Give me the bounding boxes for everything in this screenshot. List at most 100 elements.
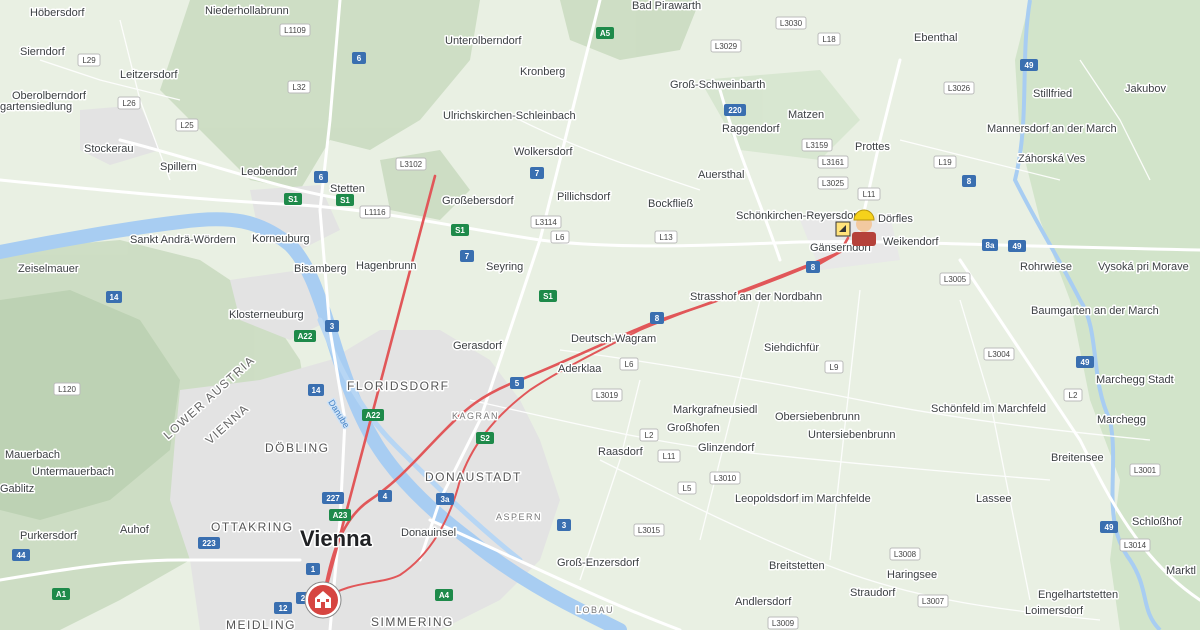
svg-text:Breitstetten: Breitstetten [769,560,825,572]
svg-text:220: 220 [728,106,742,115]
svg-text:L3015: L3015 [638,526,661,535]
svg-text:MEIDLING: MEIDLING [226,618,296,630]
svg-text:A22: A22 [298,332,313,341]
svg-text:Marchegg: Marchegg [1097,414,1146,426]
svg-text:Schloßhof: Schloßhof [1132,516,1182,528]
city-label-vienna: Vienna [300,526,373,551]
svg-text:Kronberg: Kronberg [520,66,565,78]
svg-text:12: 12 [279,604,288,613]
svg-text:Stillfried: Stillfried [1033,88,1072,100]
shield-a4: A4 [435,589,453,601]
svg-text:Auhof: Auhof [120,524,150,536]
svg-text:ASPERN: ASPERN [496,512,542,522]
svg-text:L29: L29 [82,56,96,65]
svg-text:L32: L32 [292,83,306,92]
svg-text:Unterolberndorf: Unterolberndorf [445,35,522,47]
svg-text:Gerasdorf: Gerasdorf [453,340,503,352]
svg-text:Bad Pirawarth: Bad Pirawarth [632,0,701,12]
svg-text:Zeiselmauer: Zeiselmauer [18,263,79,275]
svg-text:Jakubov: Jakubov [1125,83,1166,95]
svg-text:Spillern: Spillern [160,161,197,173]
svg-text:3: 3 [330,322,335,331]
svg-text:14: 14 [110,293,119,302]
svg-text:7: 7 [465,252,470,261]
svg-text:Sierndorf: Sierndorf [20,46,66,58]
svg-text:Mannersdorf an der March: Mannersdorf an der March [987,123,1117,135]
svg-text:227: 227 [326,494,340,503]
svg-text:Raasdorf: Raasdorf [598,446,644,458]
svg-text:223: 223 [202,539,216,548]
svg-text:Stockerau: Stockerau [84,143,134,155]
svg-text:8: 8 [811,263,816,272]
svg-text:L3025: L3025 [822,179,845,188]
svg-text:FLORIDSDORF: FLORIDSDORF [347,379,450,393]
svg-text:Leobendorf: Leobendorf [241,166,298,178]
svg-text:Großebersdorf: Großebersdorf [442,195,514,207]
school-marker-icon[interactable] [304,581,342,619]
svg-text:5: 5 [515,379,520,388]
svg-text:Prottes: Prottes [855,141,890,153]
svg-text:Pillichsdorf: Pillichsdorf [557,191,611,203]
svg-text:L3001: L3001 [1134,466,1157,475]
shield-a5: A5 [596,27,614,39]
svg-text:L13: L13 [659,233,673,242]
svg-text:L11: L11 [863,190,876,199]
svg-text:L1109: L1109 [284,26,306,35]
svg-text:L25: L25 [180,121,194,130]
shield-a22-b: A22 [362,409,384,421]
shield-s2: S2 [476,432,494,444]
svg-text:Sankt Andrä-Wördern: Sankt Andrä-Wördern [130,234,236,246]
svg-text:Korneuburg: Korneuburg [252,233,310,245]
svg-text:Breitensee: Breitensee [1051,452,1104,464]
svg-text:Glinzendorf: Glinzendorf [698,442,755,454]
svg-text:L9: L9 [830,363,839,372]
svg-text:Marktl: Marktl [1166,565,1196,577]
svg-text:Siehdichfür: Siehdichfür [764,342,819,354]
svg-text:8a: 8a [986,241,995,250]
svg-text:Groß-Enzersdorf: Groß-Enzersdorf [557,557,640,569]
svg-text:Klosterneuburg: Klosterneuburg [229,309,304,321]
svg-text:3: 3 [562,521,567,530]
svg-text:Strasshof an der Nordbahn: Strasshof an der Nordbahn [690,291,822,303]
svg-text:L3009: L3009 [772,619,795,628]
svg-text:L3014: L3014 [1124,541,1147,550]
svg-text:Höbersdorf: Höbersdorf [30,7,85,19]
svg-text:Rohrwiese: Rohrwiese [1020,261,1072,273]
svg-text:L1116: L1116 [364,208,386,217]
svg-text:L6: L6 [556,233,565,242]
svg-text:4: 4 [383,492,388,501]
svg-text:L3010: L3010 [714,474,737,483]
svg-text:Ulrichskirchen-Schleinbach: Ulrichskirchen-Schleinbach [443,110,576,122]
shield-s1-c: S1 [451,224,469,236]
svg-text:L19: L19 [938,158,952,167]
svg-text:Záhorská Ves: Záhorská Ves [1018,153,1086,165]
svg-text:KAGRAN: KAGRAN [452,411,499,421]
svg-text:Schönfeld im Marchfeld: Schönfeld im Marchfeld [931,403,1046,415]
svg-text:Bisamberg: Bisamberg [294,263,347,275]
shield-a22-a: A22 [294,330,316,342]
svg-text:OTTAKRING: OTTAKRING [211,520,294,534]
svg-text:L3026: L3026 [948,84,971,93]
svg-text:Raggendorf: Raggendorf [722,123,780,135]
svg-text:A22: A22 [366,411,381,420]
svg-text:8: 8 [967,177,972,186]
svg-text:49: 49 [1081,358,1090,367]
svg-text:Markgrafneusiedl: Markgrafneusiedl [673,404,757,416]
svg-text:Matzen: Matzen [788,109,824,121]
svg-text:44: 44 [17,551,26,560]
svg-text:7: 7 [535,169,540,178]
svg-text:Vysoká pri Morave: Vysoká pri Morave [1098,261,1189,273]
svg-text:Loimersdorf: Loimersdorf [1025,605,1084,617]
shield-a23: A23 [329,509,351,521]
shield-s1-b: S1 [336,194,354,206]
svg-text:Baumgarten an der March: Baumgarten an der March [1031,305,1159,317]
svg-text:Leopoldsdorf im Marchfelde: Leopoldsdorf im Marchfelde [735,493,871,505]
svg-text:Purkersdorf: Purkersdorf [20,530,78,542]
svg-text:Lassee: Lassee [976,493,1011,505]
svg-text:Leitzersdorf: Leitzersdorf [120,69,178,81]
svg-text:Deutsch-Wagram: Deutsch-Wagram [571,333,656,345]
map-canvas[interactable]: S1 S1 S1 S1 A22 A22 S2 A5 A4 A1 A23 6 6 … [0,0,1200,630]
svg-text:A1: A1 [56,590,67,599]
svg-text:A4: A4 [439,591,450,600]
svg-text:L120: L120 [58,385,76,394]
